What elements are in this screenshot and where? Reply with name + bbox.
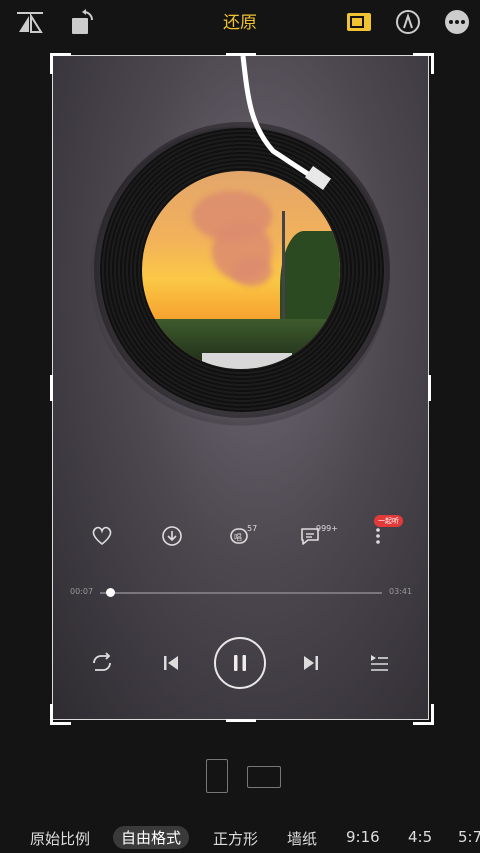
ratio-5-7[interactable]: 5:7	[458, 828, 480, 846]
crop-edge-top[interactable]	[226, 53, 256, 56]
sing-count: 57	[247, 524, 258, 533]
crop-edge-left[interactable]	[50, 375, 53, 401]
rotate-icon[interactable]	[66, 6, 98, 38]
crop-ratio-bar: 原始比例 自由格式 正方形 墙纸 9:16 4:5 5:7	[0, 826, 480, 853]
crop-corner-top-right[interactable]	[413, 53, 434, 74]
playlist-icon[interactable]	[366, 650, 392, 676]
current-time: 00:07	[70, 587, 94, 596]
next-icon[interactable]	[298, 650, 324, 676]
pause-button[interactable]	[214, 637, 266, 689]
ratio-wallpaper[interactable]: 墙纸	[287, 828, 317, 849]
aspect-ratio-icon[interactable]	[343, 6, 375, 38]
crop-area[interactable]	[52, 55, 429, 720]
repeat-icon[interactable]	[88, 650, 116, 676]
download-icon[interactable]	[152, 518, 192, 554]
ratio-4-5[interactable]: 4:5	[408, 828, 432, 846]
pause-icon	[234, 655, 246, 671]
crop-corner-bottom-left[interactable]	[50, 704, 71, 725]
ratio-original[interactable]: 原始比例	[30, 828, 90, 849]
crop-corner-top-left[interactable]	[50, 53, 71, 74]
page-title[interactable]: 还原	[200, 8, 280, 33]
ratio-freeform[interactable]: 自由格式	[113, 826, 190, 849]
more-icon[interactable]	[441, 6, 473, 38]
like-icon[interactable]	[82, 518, 122, 554]
progress-knob[interactable]	[106, 588, 115, 597]
comment-count: 999+	[316, 524, 338, 533]
crop-edge-right[interactable]	[428, 375, 431, 401]
top-bar: 还原	[0, 0, 480, 44]
flip-horizontal-icon[interactable]	[14, 6, 46, 38]
svg-text:唱: 唱	[234, 533, 242, 542]
portrait-orientation-button[interactable]	[206, 759, 228, 793]
tone-arm	[240, 56, 332, 191]
ratio-9-16[interactable]: 9:16	[346, 828, 380, 846]
crop-edge-bottom[interactable]	[226, 719, 256, 722]
landscape-orientation-button[interactable]	[247, 766, 281, 788]
ratio-square[interactable]: 正方形	[213, 828, 258, 849]
progress-track[interactable]	[100, 592, 382, 594]
previous-icon[interactable]	[158, 650, 184, 676]
markup-icon[interactable]	[392, 6, 424, 38]
crop-corner-bottom-right[interactable]	[413, 704, 434, 725]
total-time: 03:41	[389, 587, 413, 596]
more-vertical-icon[interactable]	[358, 518, 398, 554]
